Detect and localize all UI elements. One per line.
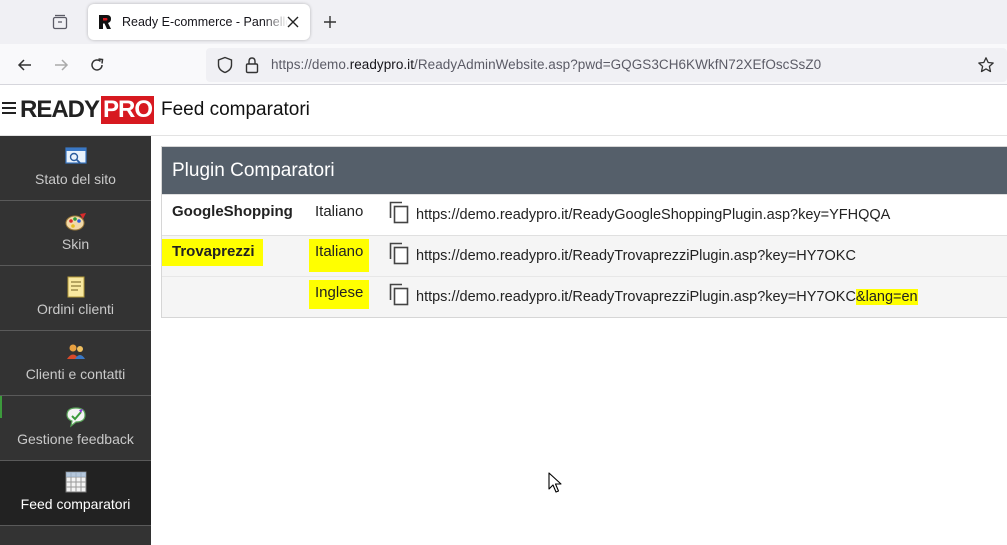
browser-nav-bar: https://demo.readypro.it/ReadyAdminWebsi… [0,44,1007,85]
sidebar-item-label: Gestione feedback [17,431,134,447]
table-row: Trovaprezzi Italiano https://demo.readyp… [162,235,1007,276]
sidebar-item-gestione-feedback[interactable]: Gestione feedback [0,396,151,461]
sidebar: Stato del sito Skin Ordini clienti Clien… [0,136,151,545]
reload-icon[interactable] [84,52,110,78]
url-text[interactable]: https://demo.readypro.it/ReadyAdminWebsi… [271,57,821,72]
table-row: GoogleShopping Italiano https://demo.rea… [162,194,1007,235]
site-status-icon [64,146,87,168]
sidebar-item-clienti-e-contatti[interactable]: Clienti e contatti [0,331,151,396]
sidebar-item-stato-del-sito[interactable]: Stato del sito [0,136,151,201]
feed-url[interactable]: https://demo.readypro.it/ReadyTrovaprezz… [416,248,856,264]
logo-ready-text: READY [20,96,100,123]
tab-list-icon[interactable] [44,9,76,35]
feed-url[interactable]: https://demo.readypro.it/ReadyTrovaprezz… [416,289,918,305]
plugin-name: GoogleShopping [172,203,293,220]
copy-icon[interactable] [388,283,410,307]
forward-icon[interactable] [48,52,74,78]
app-header: READY PRO Feed comparatori [0,85,1007,136]
favicon-icon [96,13,114,31]
sidebar-indicator [0,396,2,418]
copy-icon[interactable] [388,242,410,266]
sidebar-item-label: Clienti e contatti [25,366,126,382]
logo[interactable]: READY PRO [20,96,155,124]
grid-icon [65,471,87,493]
sidebar-item-feed-comparatori[interactable]: Feed comparatori [0,461,151,526]
palette-icon [65,211,87,233]
sidebar-item-label: Stato del sito [35,171,116,187]
browser-tab[interactable]: Ready E-commerce - Pannello di amministr… [88,4,310,40]
orders-icon [65,276,87,298]
table-row: Inglese https://demo.readypro.it/ReadyTr… [162,276,1007,317]
sidebar-item-ordini-clienti[interactable]: Ordini clienti [0,266,151,331]
panel-title: Plugin Comparatori [162,147,1007,194]
plugin-language: Inglese [309,280,370,309]
hamburger-menu-icon[interactable] [2,102,16,116]
plugin-name: Trovaprezzi [162,239,263,266]
shield-icon[interactable] [216,56,234,79]
plugin-language: Italiano [315,203,364,220]
back-icon[interactable] [12,52,38,78]
sidebar-item-label: Ordini clienti [36,301,115,317]
sidebar-item-label: Feed comparatori [20,496,131,512]
contacts-icon [65,341,87,363]
tab-title: Ready E-commerce - Pannello di amministr… [122,15,288,29]
url-suffix-highlight: &lang=en [855,289,918,305]
logo-pro-text: PRO [101,96,155,124]
plugin-language: Italiano [309,239,370,272]
feedback-icon [65,406,87,428]
star-icon[interactable] [977,56,995,79]
sidebar-item-skin[interactable]: Skin [0,201,151,266]
plugin-comparatori-panel: Plugin Comparatori GoogleShopping Italia… [161,146,1007,318]
page-title: Feed comparatori [161,99,310,120]
mouse-cursor-icon [548,472,562,499]
lock-icon[interactable] [244,56,260,79]
copy-icon[interactable] [388,201,410,225]
sidebar-item-label: Skin [61,236,90,252]
plus-icon[interactable] [318,10,342,34]
url-bar[interactable]: https://demo.readypro.it/ReadyAdminWebsi… [206,48,1007,82]
browser-tab-strip: Ready E-commerce - Pannello di amministr… [0,0,1007,44]
close-icon[interactable] [284,13,302,31]
feed-url[interactable]: https://demo.readypro.it/ReadyGoogleShop… [416,207,890,223]
